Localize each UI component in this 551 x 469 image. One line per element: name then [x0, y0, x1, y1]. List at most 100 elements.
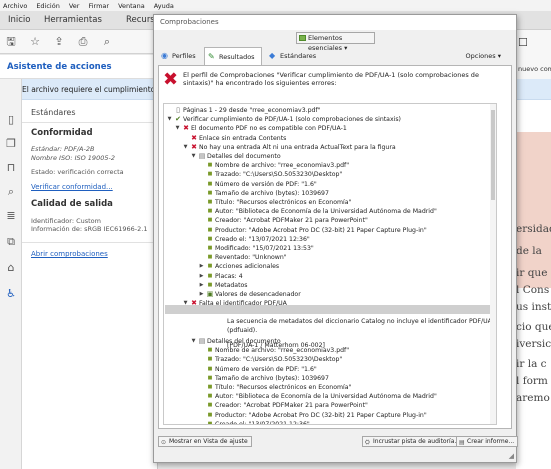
print-icon[interactable]: ⎙ — [76, 35, 90, 49]
collapse-icon[interactable]: ▼ — [190, 152, 197, 161]
tree-row-label: Detalles del documento — [207, 153, 281, 160]
tree-row-label: Creado el: "13/07/2021 12:36" — [215, 235, 310, 243]
document-highlight — [516, 132, 551, 288]
bullet-icon: ■ — [207, 235, 213, 242]
collapse-icon[interactable]: ▼ — [190, 337, 197, 346]
results-summary: ✖ El perfil de Comprobaciones "Verificar… — [163, 70, 509, 102]
tab-results[interactable]: ✎ Resultados — [204, 47, 262, 66]
tree-row-label: Páginas 1 - 29 desde "rree_economiav3.pd… — [183, 107, 321, 114]
divider — [22, 122, 158, 123]
create-report-button[interactable]: ▤ Crear informe... — [456, 436, 519, 447]
tree-row-label: El documento PDF no es compatible con PD… — [191, 125, 347, 133]
save-icon[interactable]: 🖫 — [4, 35, 18, 49]
tree-row-label: Tamaño de archivo (bytes): 1039697 — [215, 374, 329, 382]
bullet-icon: ■ — [207, 281, 213, 288]
view-icon: ⊙ — [161, 439, 167, 446]
description-text: La secuencia de metadatos del diccionari… — [227, 318, 492, 334]
results-tree[interactable]: La secuencia de metadatos del diccionari… — [163, 103, 497, 425]
embed-audit-trail-button[interactable]: ⛭ Incrustar pista de auditoría... — [362, 436, 465, 447]
options-menu[interactable]: Opciones ▾ — [466, 52, 501, 60]
checkbox-icon[interactable]: ☐ — [518, 36, 528, 49]
tab-tools[interactable]: Herramientas — [44, 11, 102, 30]
doc-text: ersidad — [516, 223, 551, 235]
status-line: Estado: verificación correcta — [31, 168, 124, 176]
new-comment-label[interactable]: nuevo coma — [518, 65, 551, 73]
document-page: ersidad de la ir que p l Cons us insta c… — [516, 100, 551, 469]
expand-icon[interactable]: ▶ — [198, 290, 205, 299]
tree-row-label: Autor: "Biblioteca de Economía de la Uni… — [215, 208, 437, 216]
tree-row-label: Detalles del documento — [207, 338, 281, 345]
expand-icon[interactable]: ▶ — [198, 281, 205, 290]
show-button-label: Mostrar en Vista de ajuste — [169, 438, 248, 445]
expand-icon[interactable]: ▶ — [198, 272, 205, 281]
dialog-footer: ⊙ Mostrar en Vista de ajuste ⛭ Incrustar… — [154, 431, 519, 462]
copy-icon[interactable]: ❐ — [4, 137, 18, 151]
options-label: Opciones — [465, 52, 496, 60]
doc-text: l form — [516, 375, 548, 387]
tree-row-label: Metadatos — [215, 281, 248, 289]
tree-row-label: Creador: "Acrobat PDFMaker 21 para Power… — [215, 217, 368, 225]
error-icon: ✖ — [191, 142, 197, 151]
search-icon[interactable]: ⌕ — [100, 35, 114, 49]
tree-row-label: No hay una entrada Alt ni una entrada Ac… — [199, 143, 396, 151]
layers-icon[interactable]: ≣ — [4, 209, 18, 223]
accessibility-icon[interactable]: ♿ — [4, 287, 18, 301]
profiles-icon: ◉ — [161, 51, 168, 60]
check-icon: ✔ — [175, 115, 181, 124]
tree-row-label: Número de versión de PDF: "1.6" — [215, 365, 317, 373]
scrollbar-thumb[interactable] — [491, 110, 495, 200]
pages-icon[interactable]: ▯ — [4, 113, 18, 127]
tree-row-label: Valores de desencadenador — [215, 291, 301, 298]
menu-ayuda[interactable]: Ayuda — [154, 2, 174, 10]
collapse-icon[interactable]: ▼ — [182, 299, 189, 308]
tab-home[interactable]: Inicio — [8, 11, 31, 30]
color-info-line: Información de: sRGB IEC61966-2.1 — [31, 225, 148, 233]
tab-profiles[interactable]: ◉ Perfiles — [158, 47, 203, 65]
upload-icon[interactable]: ⇪ — [52, 35, 66, 49]
bookmark-icon[interactable]: ⊓ — [4, 161, 18, 175]
show-in-fit-view-button[interactable]: ⊙ Mostrar en Vista de ajuste — [158, 436, 252, 447]
collapse-icon[interactable]: ▼ — [166, 115, 173, 124]
tree-row-label: Trazado: "C:\Users\SO.5053230\Desktop" — [215, 356, 343, 364]
bullet-icon: ■ — [207, 189, 213, 196]
bullet-icon: ■ — [207, 384, 213, 390]
essentials-dropdown[interactable]: Elementos esenciales ▾ — [296, 32, 375, 52]
menu-ver[interactable]: Ver — [69, 2, 80, 10]
collapse-icon[interactable]: ▼ — [182, 143, 189, 152]
star-icon[interactable]: ☆ — [28, 35, 42, 49]
dialog-title: Comprobaciones — [154, 15, 516, 30]
bullet-icon: ■ — [207, 245, 213, 251]
attachment-icon[interactable]: ⌕ — [4, 185, 18, 199]
menu-ventana[interactable]: Ventana — [118, 2, 145, 10]
bullet-icon: ■ — [207, 365, 213, 372]
doc-text: iversic — [516, 338, 551, 350]
verify-conformity-link[interactable]: Verificar conformidad... — [31, 183, 113, 191]
summary-message: El perfil de Comprobaciones "Verificar c… — [183, 71, 479, 87]
tree-scrollbar[interactable] — [490, 104, 496, 424]
right-strip: ☐ nuevo coma — [516, 30, 551, 79]
collapse-icon[interactable]: ▼ — [174, 124, 181, 133]
bullet-icon: ■ — [207, 171, 213, 178]
output-quality-title: Calidad de salida — [31, 199, 113, 209]
tab-standards[interactable]: ◆ Estándares — [266, 47, 320, 65]
expand-icon[interactable]: ▶ — [198, 262, 205, 271]
audit-button-label: Incrustar pista de auditoría... — [373, 438, 461, 445]
menu-firmar[interactable]: Firmar — [88, 2, 109, 10]
tab-profiles-label: Perfiles — [172, 52, 196, 60]
dialog-tabs: ◉ Perfiles ✎ Resultados ◆ Estándares Opc… — [154, 47, 516, 66]
bullet-icon: ▣ — [206, 290, 214, 298]
doc-text: de la — [516, 245, 542, 257]
stack-icon[interactable]: ⧉ — [4, 235, 18, 249]
menu-archivo[interactable]: Archivo — [3, 2, 27, 10]
doc-text: aremo — [516, 392, 550, 404]
bullet-icon: ■ — [207, 347, 213, 354]
bullet-icon: ■ — [207, 393, 213, 400]
doc-text: ir la c — [516, 358, 547, 370]
bullet-icon: ■ — [207, 411, 213, 418]
report-icon: ▤ — [459, 439, 465, 446]
standards-label: Estándares — [31, 108, 76, 117]
menu-edicion[interactable]: Edición — [36, 2, 60, 10]
tag-icon[interactable]: ⌂ — [4, 261, 18, 275]
resize-grip-icon[interactable]: ◢ — [509, 452, 514, 460]
open-checks-link[interactable]: Abrir comprobaciones — [31, 250, 108, 258]
